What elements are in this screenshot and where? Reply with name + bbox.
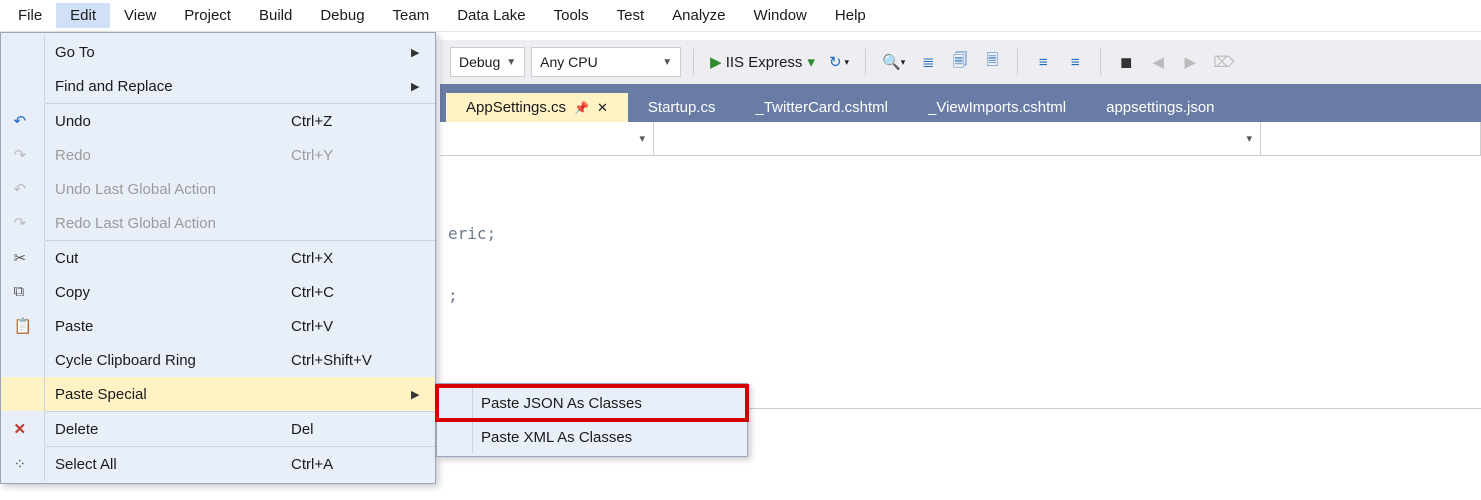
submenu-item-paste-xml[interactable]: Paste XML As Classes [437, 420, 747, 454]
search-icon: 🔍 [882, 53, 901, 71]
toolbar-btn[interactable]: 🗏 [979, 47, 1005, 77]
toolbar-btn[interactable]: ≣ [915, 47, 941, 77]
paste-special-submenu: Paste JSON As Classes Paste XML As Class… [436, 383, 748, 457]
prev-bookmark-button[interactable]: ◀ [1145, 47, 1171, 77]
menu-item-undo[interactable]: ↶ Undo Ctrl+Z [1, 104, 435, 138]
bookmark-button[interactable]: ◼ [1113, 47, 1139, 77]
standard-toolbar: Debug ▼ Any CPU ▼ ▶ IIS Express ▾ ↻▾ 🔍▾ … [440, 40, 1481, 84]
tab-active[interactable]: AppSettings.cs 📌 ✕ [446, 93, 628, 122]
menu-debug[interactable]: Debug [306, 3, 378, 28]
tab-label: Startup.cs [648, 99, 716, 116]
toolbar-separator [1017, 49, 1018, 75]
menu-tools[interactable]: Tools [540, 3, 603, 28]
code-line: ; [448, 286, 1481, 310]
run-button[interactable]: ▶ IIS Express ▾ [706, 47, 819, 77]
delete-icon: ✕ [14, 420, 32, 438]
tab[interactable]: _ViewImports.cshtml [908, 93, 1086, 122]
platform-label: Any CPU [540, 54, 598, 70]
chevron-down-icon: ▼ [662, 57, 672, 68]
menu-data-lake[interactable]: Data Lake [443, 3, 539, 28]
bookmark-icon: ◼ [1120, 53, 1132, 71]
tab-label: AppSettings.cs [466, 99, 566, 116]
prev-icon: ◀ [1153, 53, 1165, 71]
toolbar-btn[interactable]: 🗐 [947, 47, 973, 77]
tab[interactable]: Startup.cs [628, 93, 736, 122]
menu-view[interactable]: View [110, 3, 170, 28]
menu-test[interactable]: Test [603, 3, 659, 28]
undo-icon: ↶ [14, 112, 32, 130]
copy-icon: ⧉ [14, 283, 32, 301]
find-button[interactable]: 🔍▾ [878, 47, 909, 77]
undo-global-icon: ↶ [14, 180, 32, 198]
play-icon: ▶ [710, 53, 722, 71]
select-all-icon: ⁘ [14, 455, 32, 473]
outdent-icon: ≡ [1039, 54, 1048, 71]
toolbar-separator [865, 49, 866, 75]
run-label: IIS Express [726, 54, 803, 71]
menu-analyze[interactable]: Analyze [658, 3, 739, 28]
tab[interactable]: _TwitterCard.cshtml [735, 93, 908, 122]
menu-item-cycle-clipboard[interactable]: Cycle Clipboard Ring Ctrl+Shift+V [1, 343, 435, 377]
submenu-arrow-icon: ▶ [411, 80, 435, 93]
submenu-arrow-icon: ▶ [411, 46, 435, 59]
next-icon: ▶ [1185, 53, 1197, 71]
nav-member-select[interactable] [1261, 122, 1481, 155]
pin-icon[interactable]: 📌 [574, 101, 589, 115]
submenu-arrow-icon: ▶ [411, 388, 435, 401]
clear-bookmarks-button[interactable]: ⌦ [1209, 47, 1238, 77]
menu-item-find-replace[interactable]: Find and Replace ▶ [1, 69, 435, 103]
toolbar-separator [1100, 49, 1101, 75]
refresh-button[interactable]: ↻▾ [825, 47, 853, 77]
cut-icon: ✂ [14, 249, 32, 267]
tab-label: _ViewImports.cshtml [928, 99, 1066, 116]
tab-label: _TwitterCard.cshtml [755, 99, 888, 116]
redo-icon: ↷ [14, 146, 32, 164]
tab[interactable]: appsettings.json [1086, 93, 1234, 122]
menu-item-cut[interactable]: ✂ Cut Ctrl+X [1, 241, 435, 275]
editor-tab-strip: AppSettings.cs 📌 ✕ Startup.cs _TwitterCa… [440, 84, 1481, 122]
menu-project[interactable]: Project [170, 3, 245, 28]
editor-nav-row: ▾ ▾ [440, 122, 1481, 156]
toolbar-separator [693, 49, 694, 75]
platform-select[interactable]: Any CPU ▼ [531, 47, 681, 77]
nav-scope-select[interactable]: ▾ [440, 122, 654, 155]
close-icon[interactable]: ✕ [597, 100, 608, 116]
menu-help[interactable]: Help [821, 3, 880, 28]
clear-icon: ⌦ [1213, 53, 1234, 71]
build-config-label: Debug [459, 54, 500, 70]
menu-item-redo-global: ↷ Redo Last Global Action [1, 206, 435, 240]
indent-icon: ≡ [1071, 54, 1080, 71]
chevron-down-icon: ▾ [807, 53, 815, 71]
next-bookmark-button[interactable]: ▶ [1177, 47, 1203, 77]
menu-team[interactable]: Team [379, 3, 444, 28]
menu-item-paste[interactable]: 📋 Paste Ctrl+V [1, 309, 435, 343]
menu-item-go-to[interactable]: Go To ▶ [1, 35, 435, 69]
refresh-icon: ↻ [829, 53, 842, 71]
menu-edit[interactable]: Edit [56, 3, 110, 28]
paste-icon: 📋 [14, 317, 32, 335]
submenu-item-paste-json[interactable]: Paste JSON As Classes [437, 386, 747, 420]
code-line: eric; [448, 224, 1481, 248]
chevron-down-icon: ▼ [506, 57, 516, 68]
menu-item-select-all[interactable]: ⁘ Select All Ctrl+A [1, 447, 435, 481]
menu-item-paste-special[interactable]: Paste Special ▶ [1, 377, 435, 411]
menu-window[interactable]: Window [740, 3, 821, 28]
redo-global-icon: ↷ [14, 214, 32, 232]
lines-icon: ≣ [922, 53, 935, 71]
menu-bar: File Edit View Project Build Debug Team … [0, 0, 1481, 32]
nav-type-select[interactable]: ▾ [654, 122, 1261, 155]
menu-item-copy[interactable]: ⧉ Copy Ctrl+C [1, 275, 435, 309]
outdent-button[interactable]: ≡ [1030, 47, 1056, 77]
menu-item-undo-global: ↶ Undo Last Global Action [1, 172, 435, 206]
doc-icon: 🗐 [953, 50, 968, 75]
menu-file[interactable]: File [4, 3, 56, 28]
menu-item-redo: ↷ Redo Ctrl+Y [1, 138, 435, 172]
edit-menu-dropdown: Go To ▶ Find and Replace ▶ ↶ Undo Ctrl+Z… [0, 32, 436, 484]
menu-build[interactable]: Build [245, 3, 306, 28]
menu-item-delete[interactable]: ✕ Delete Del [1, 412, 435, 446]
build-config-select[interactable]: Debug ▼ [450, 47, 525, 77]
indent-button[interactable]: ≡ [1062, 47, 1088, 77]
doc2-icon: 🗏 [986, 50, 998, 75]
tab-label: appsettings.json [1106, 99, 1214, 116]
